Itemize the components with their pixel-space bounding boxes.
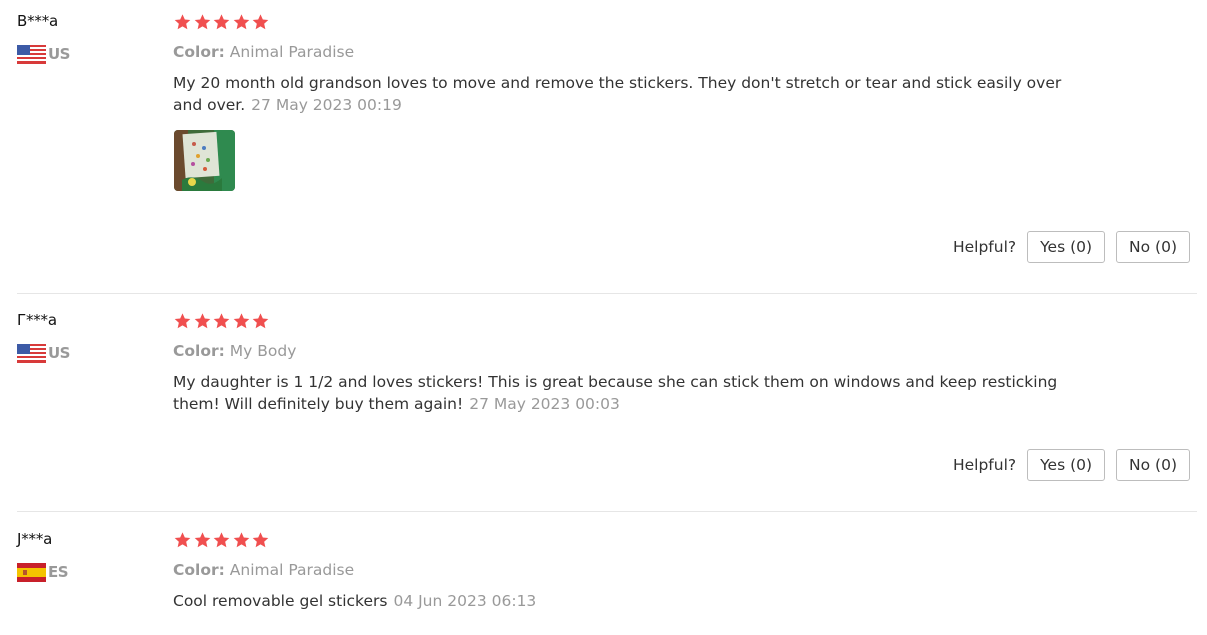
color-label: Color: xyxy=(173,43,225,61)
star-rating xyxy=(173,312,271,330)
review-photo-thumbnail[interactable] xyxy=(174,130,235,191)
country-code: US xyxy=(48,344,70,362)
color-value: Animal Paradise xyxy=(229,43,355,61)
reviewer-country: ES xyxy=(17,562,69,582)
star-icon xyxy=(213,313,230,329)
star-rating xyxy=(173,13,271,31)
country-code: US xyxy=(48,45,70,63)
helpful-label: Helpful? xyxy=(952,456,1017,474)
reviewer-name: B***a xyxy=(17,12,58,30)
helpful-section: Helpful? Yes (0) No (0) xyxy=(953,231,1190,263)
star-icon xyxy=(252,313,269,329)
review-color: Color: Animal Paradise xyxy=(173,561,354,579)
star-icon xyxy=(213,532,230,548)
us-flag-icon xyxy=(17,44,46,64)
photo-image xyxy=(174,130,235,191)
star-icon xyxy=(252,14,269,30)
helpful-label: Helpful? xyxy=(952,238,1017,256)
star-icon xyxy=(233,313,249,329)
review-text: Cool removable gel stickers 04 Jun 2023 0… xyxy=(173,590,1073,612)
star-icon xyxy=(233,14,249,30)
color-value: Animal Paradise xyxy=(229,561,355,579)
color-value: My Body xyxy=(229,342,297,360)
star-rating xyxy=(173,531,271,549)
star-icon xyxy=(194,532,210,548)
star-icon xyxy=(174,532,191,548)
review-color: Color: My Body xyxy=(173,342,296,360)
star-icon xyxy=(194,313,210,329)
star-icon xyxy=(213,14,230,30)
review-date: 27 May 2023 00:19 xyxy=(251,96,402,114)
helpful-yes-button[interactable]: Yes (0) xyxy=(1027,449,1106,481)
reviewer-name: Г***а xyxy=(17,311,57,329)
helpful-no-button[interactable]: No (0) xyxy=(1116,231,1190,263)
review-date: 27 May 2023 00:03 xyxy=(469,395,620,413)
star-icon xyxy=(174,313,191,329)
review-date: 04 Jun 2023 06:13 xyxy=(393,592,537,610)
country-code: ES xyxy=(48,563,69,581)
review-divider xyxy=(17,293,1197,294)
reviewer-country: US xyxy=(17,343,70,363)
us-flag-icon xyxy=(17,343,46,363)
color-label: Color: xyxy=(173,342,225,360)
color-label: Color: xyxy=(173,561,225,579)
star-icon xyxy=(194,14,210,30)
review-body: Cool removable gel stickers xyxy=(173,592,388,610)
reviewer-name: J***a xyxy=(17,530,53,548)
star-icon xyxy=(233,532,249,548)
review-color: Color: Animal Paradise xyxy=(173,43,354,61)
review-text: My daughter is 1 1/2 and loves stickers!… xyxy=(173,371,1073,415)
review-text: My 20 month old grandson loves to move a… xyxy=(173,72,1073,116)
review-divider xyxy=(17,511,1197,512)
helpful-yes-button[interactable]: Yes (0) xyxy=(1027,231,1106,263)
es-flag-icon xyxy=(17,562,46,582)
star-icon xyxy=(174,14,191,30)
helpful-no-button[interactable]: No (0) xyxy=(1116,449,1190,481)
reviewer-country: US xyxy=(17,44,70,64)
helpful-section: Helpful? Yes (0) No (0) xyxy=(953,449,1190,481)
star-icon xyxy=(252,532,269,548)
